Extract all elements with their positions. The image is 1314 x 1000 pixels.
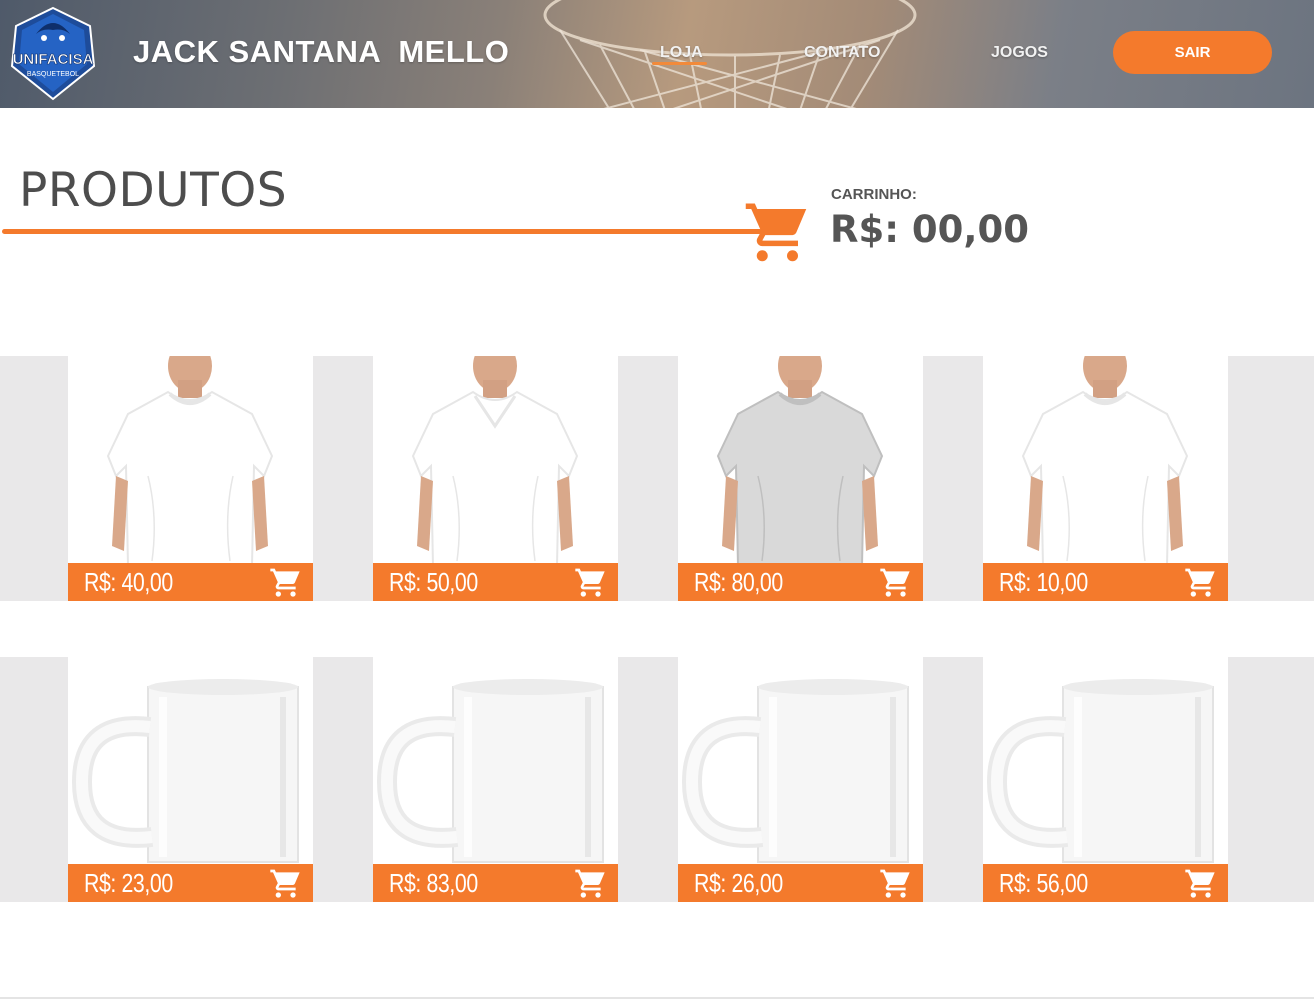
add-to-cart-icon[interactable] <box>879 566 911 598</box>
product-price-bar: R$: 23,00 <box>68 864 313 902</box>
cart-label: CARRINHO: <box>831 186 917 203</box>
product-price-bar: R$: 80,00 <box>678 563 923 601</box>
product-price-bar: R$: 83,00 <box>373 864 618 902</box>
product-card[interactable]: R$: 80,00 <box>678 356 923 601</box>
add-to-cart-icon[interactable] <box>879 867 911 899</box>
add-to-cart-icon[interactable] <box>1184 566 1216 598</box>
product-price: R$: 50,00 <box>389 566 478 597</box>
product-price-bar: R$: 40,00 <box>68 563 313 601</box>
add-to-cart-icon[interactable] <box>1184 867 1216 899</box>
product-price-bar: R$: 56,00 <box>983 864 1228 902</box>
product-card[interactable]: R$: 26,00 <box>678 657 923 902</box>
add-to-cart-icon[interactable] <box>269 566 301 598</box>
product-card[interactable]: R$: 10,00 <box>983 356 1228 601</box>
product-card[interactable]: R$: 56,00 <box>983 657 1228 902</box>
product-price: R$: 80,00 <box>694 566 783 597</box>
title-divider <box>2 229 762 234</box>
product-price: R$: 26,00 <box>694 867 783 898</box>
cart-total: R$: 00,00 <box>830 208 1029 251</box>
product-card[interactable]: R$: 40,00 <box>68 356 313 601</box>
header-banner: UNIFACISA BASQUETEBOL JACK SANTANA MELLO… <box>0 0 1314 108</box>
product-card[interactable]: R$: 83,00 <box>373 657 618 902</box>
nav-active-indicator <box>652 62 707 65</box>
add-to-cart-icon[interactable] <box>574 867 606 899</box>
product-card[interactable]: R$: 50,00 <box>373 356 618 601</box>
product-price: R$: 83,00 <box>389 867 478 898</box>
unifacisa-logo: UNIFACISA BASQUETEBOL <box>10 6 96 101</box>
user-name: JACK SANTANA MELLO <box>133 34 510 69</box>
nav-contato[interactable]: CONTATO <box>804 44 880 62</box>
svg-text:UNIFACISA: UNIFACISA <box>13 51 94 68</box>
nav-jogos[interactable]: JOGOS <box>991 44 1048 62</box>
svg-text:BASQUETEBOL: BASQUETEBOL <box>27 71 79 78</box>
product-card[interactable]: R$: 23,00 <box>68 657 313 902</box>
cart-icon[interactable] <box>743 198 809 264</box>
nav-loja[interactable]: LOJA <box>660 44 703 62</box>
product-price-bar: R$: 26,00 <box>678 864 923 902</box>
page-title: PRODUTOS <box>19 163 288 218</box>
product-price-bar: R$: 10,00 <box>983 563 1228 601</box>
add-to-cart-icon[interactable] <box>574 566 606 598</box>
product-price: R$: 23,00 <box>84 867 173 898</box>
footer-divider <box>0 997 1314 999</box>
product-price-bar: R$: 50,00 <box>373 563 618 601</box>
logout-button[interactable]: SAIR <box>1113 31 1272 74</box>
product-price: R$: 40,00 <box>84 566 173 597</box>
product-price: R$: 10,00 <box>999 566 1088 597</box>
add-to-cart-icon[interactable] <box>269 867 301 899</box>
product-price: R$: 56,00 <box>999 867 1088 898</box>
